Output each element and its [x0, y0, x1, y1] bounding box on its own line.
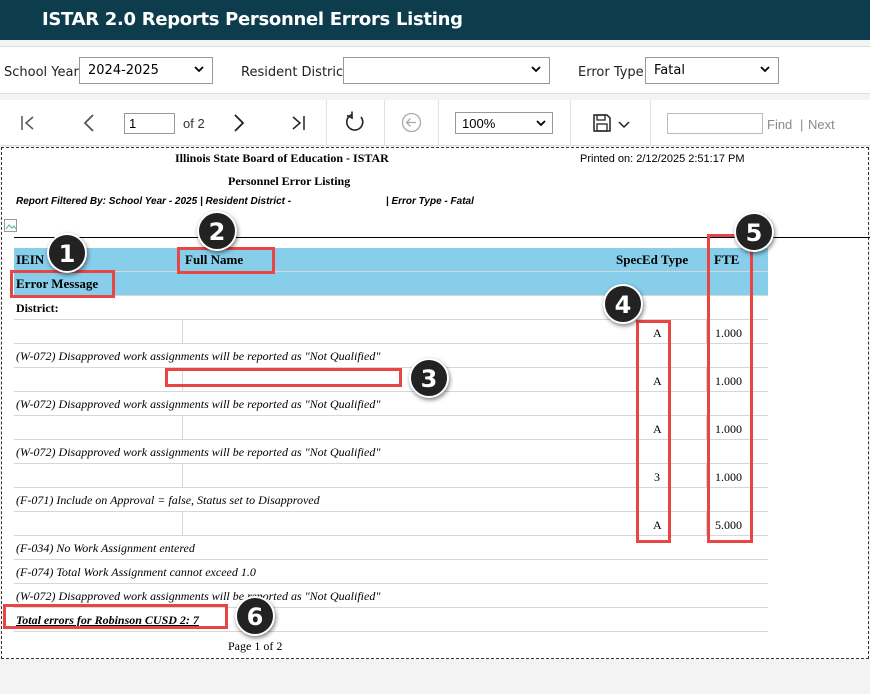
error-type-select[interactable]: Fatal: [645, 57, 779, 84]
error-message-row: (F-074) Total Work Assignment cannot exc…: [14, 560, 768, 584]
highlight-sped-type: [636, 320, 671, 543]
next-page-icon[interactable]: [232, 113, 246, 133]
chevron-down-icon: [536, 120, 546, 127]
page-footer: Page 1 of 2: [228, 639, 283, 653]
resident-district-label: Resident District: [241, 65, 349, 80]
error-message: (F-074) Total Work Assignment cannot exc…: [16, 565, 256, 579]
find-button[interactable]: Find: [767, 117, 792, 132]
toolbar-divider: [438, 100, 439, 146]
callout-badge-5: 5: [734, 212, 774, 252]
callout-badge-1: 1: [47, 233, 87, 273]
last-page-icon[interactable]: [290, 115, 306, 131]
district-row: District:: [14, 296, 768, 320]
highlight-name-cell: [165, 368, 402, 387]
callout-badge-3: 3: [409, 358, 449, 398]
callout-badge-2: 2: [197, 211, 237, 251]
report-toolbar: 1 of 2 100% Find | Next: [0, 100, 870, 146]
column-header-iein: IEIN: [16, 252, 45, 267]
back-icon[interactable]: [401, 112, 422, 133]
highlight-fte: [707, 234, 753, 543]
filter-bar: School Year 2024-2025 Resident District …: [0, 46, 870, 94]
district-label: District:: [16, 301, 59, 315]
resident-district-select[interactable]: [343, 57, 550, 84]
app-title: ISTAR 2.0 Reports Personnel Errors Listi…: [42, 9, 463, 30]
school-year-label: School Year: [4, 65, 79, 80]
toolbar-divider: [384, 100, 385, 146]
broken-image-icon: [4, 219, 17, 232]
toolbar-divider: [570, 100, 571, 146]
error-message: (W-072) Disapproved work assignments wil…: [16, 397, 381, 411]
report-organization: Illinois State Board of Education - ISTA…: [175, 151, 389, 165]
chevron-down-icon[interactable]: [618, 120, 630, 130]
table-header-row: IEIN Full Name SpecEd Type FTE: [14, 248, 768, 272]
chevron-down-icon: [531, 66, 541, 73]
highlight-total-errors: [3, 604, 228, 629]
chevron-down-icon: [194, 66, 204, 73]
next-button[interactable]: Next: [808, 117, 835, 132]
title-bar: ISTAR 2.0 Reports Personnel Errors Listi…: [0, 0, 870, 40]
error-message: (W-072) Disapproved work assignments wil…: [16, 589, 381, 603]
highlight-error-message: [10, 270, 115, 298]
error-message: (F-071) Include on Approval = false, Sta…: [16, 493, 320, 507]
find-separator: |: [800, 117, 804, 132]
toolbar-divider: [326, 100, 327, 146]
save-icon[interactable]: [592, 113, 612, 133]
page-number-input[interactable]: 1: [124, 113, 175, 134]
chevron-down-icon: [760, 66, 770, 73]
error-message: (F-034) No Work Assignment entered: [16, 541, 195, 555]
printed-timestamp: Printed on: 2/12/2025 2:51:17 PM: [580, 153, 745, 165]
report-filter-summary: Report Filtered By: School Year - 2025 |…: [16, 196, 474, 207]
first-page-icon[interactable]: [20, 115, 36, 131]
error-message: (W-072) Disapproved work assignments wil…: [16, 349, 381, 363]
find-input[interactable]: [667, 113, 763, 134]
refresh-icon[interactable]: [344, 111, 366, 133]
callout-badge-4: 4: [603, 284, 643, 324]
school-year-select[interactable]: 2024-2025: [79, 57, 213, 84]
callout-badge-6: 6: [235, 596, 275, 636]
previous-page-icon[interactable]: [82, 113, 96, 133]
error-type-label: Error Type: [578, 65, 644, 80]
zoom-select[interactable]: 100%: [455, 112, 553, 134]
column-header-sped-type: SpecEd Type: [616, 252, 689, 267]
highlight-full-name: [177, 247, 275, 274]
error-message-header-row: Error Message: [14, 272, 768, 296]
report-title: Personnel Error Listing: [228, 174, 351, 188]
toolbar-divider: [650, 100, 651, 146]
page-count: of 2: [183, 116, 205, 131]
error-message: (W-072) Disapproved work assignments wil…: [16, 445, 381, 459]
